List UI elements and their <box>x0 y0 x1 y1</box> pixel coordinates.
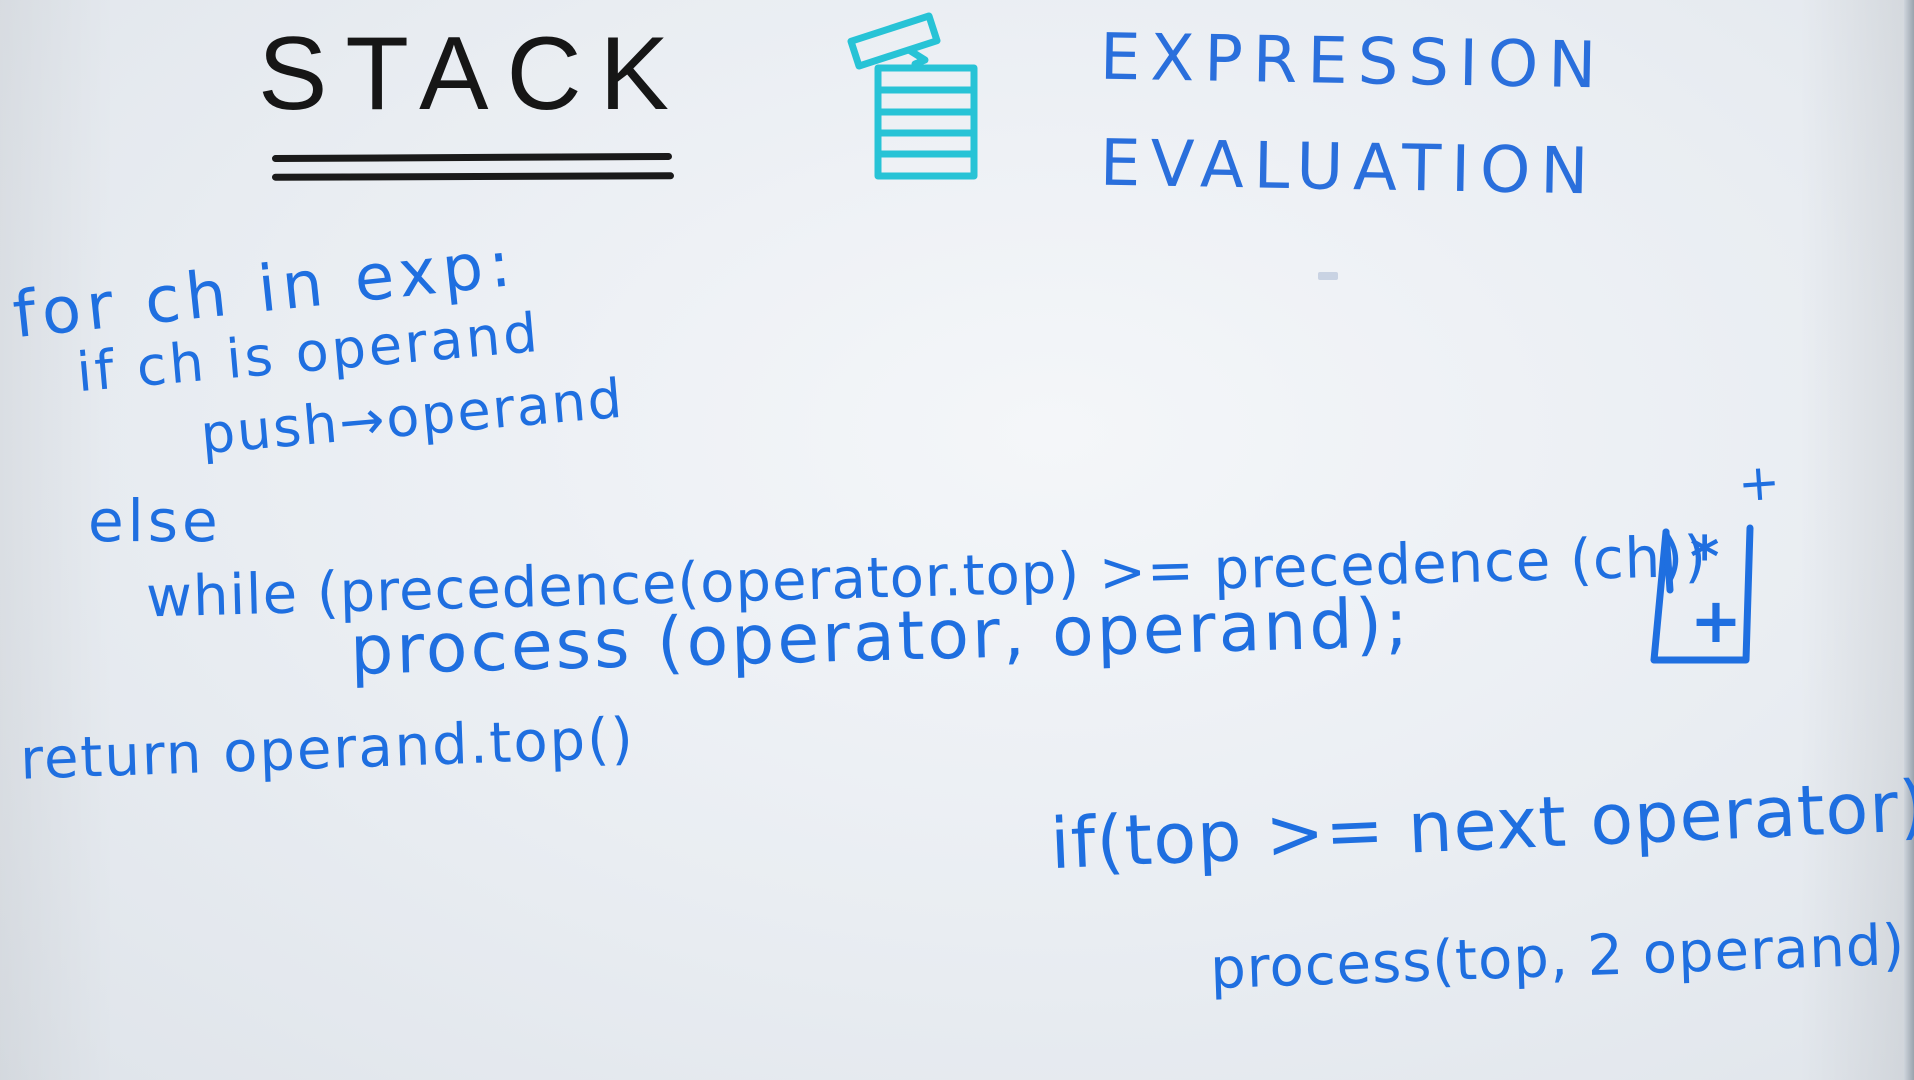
corner-mark: + <box>1736 452 1782 514</box>
board-smudge <box>1318 272 1338 280</box>
side-note-action: process(top, 2 operand) <box>1209 912 1907 1003</box>
code-line-return: return operand.top() <box>19 706 636 793</box>
code-line-else-visible: else <box>88 487 222 555</box>
title-stack: STACK <box>258 16 688 132</box>
stack-bottom-operator: + <box>1690 584 1742 657</box>
subtitle-line-1: Expression <box>1099 20 1607 104</box>
title-underline-top <box>271 152 673 163</box>
stack-of-plates-icon <box>847 12 978 180</box>
subtitle-line-2: Evaluation <box>1099 126 1599 210</box>
stack-top-operator: * <box>1690 525 1720 590</box>
whiteboard-frame-edge <box>1904 0 1914 1080</box>
whiteboard: STACK Expression Evaluation for ch in ex… <box>0 0 1914 1080</box>
side-note-condition: if(top >= next operator) <box>1048 764 1914 886</box>
title-underline-bottom <box>271 172 675 181</box>
